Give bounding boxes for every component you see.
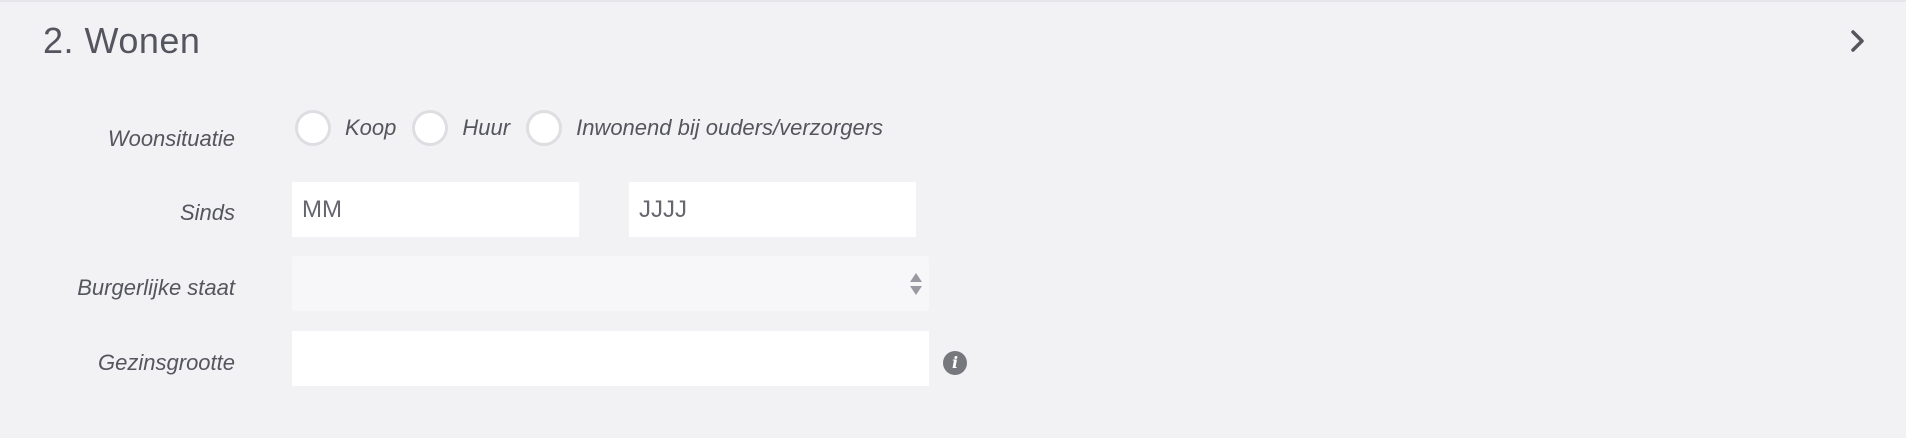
sinds-month-input[interactable]: MM xyxy=(292,182,579,237)
radio-inwonend-label[interactable]: Inwonend bij ouders/verzorgers xyxy=(576,115,883,141)
radio-koop-circle[interactable] xyxy=(295,110,331,146)
gezinsgrootte-input[interactable] xyxy=(292,331,929,386)
radio-inwonend[interactable]: Inwonend bij ouders/verzorgers xyxy=(526,110,883,146)
radio-koop-label[interactable]: Koop xyxy=(345,115,396,141)
chevron-right-icon[interactable] xyxy=(1844,26,1870,56)
info-icon[interactable]: i xyxy=(943,351,967,375)
burgerlijke-staat-select[interactable] xyxy=(292,256,929,311)
sort-arrows-icon xyxy=(910,273,922,295)
section-title: 2. Wonen xyxy=(43,20,201,61)
radio-koop[interactable]: Koop xyxy=(295,110,396,146)
woonsituatie-radio-group: Koop Huur Inwonend bij ouders/verzorgers xyxy=(295,108,899,148)
burgerlijke-staat-label: Burgerlijke staat xyxy=(77,275,235,300)
woonsituatie-label: Woonsituatie xyxy=(107,126,235,151)
sinds-label: Sinds xyxy=(179,200,235,225)
radio-huur[interactable]: Huur xyxy=(412,110,510,146)
section-divider xyxy=(0,0,1906,2)
radio-huur-label[interactable]: Huur xyxy=(462,115,510,141)
radio-huur-circle[interactable] xyxy=(412,110,449,146)
radio-inwonend-circle[interactable] xyxy=(526,110,563,146)
gezinsgrootte-label: Gezinsgrootte xyxy=(98,350,235,375)
sinds-year-input[interactable]: JJJJ xyxy=(629,182,916,237)
